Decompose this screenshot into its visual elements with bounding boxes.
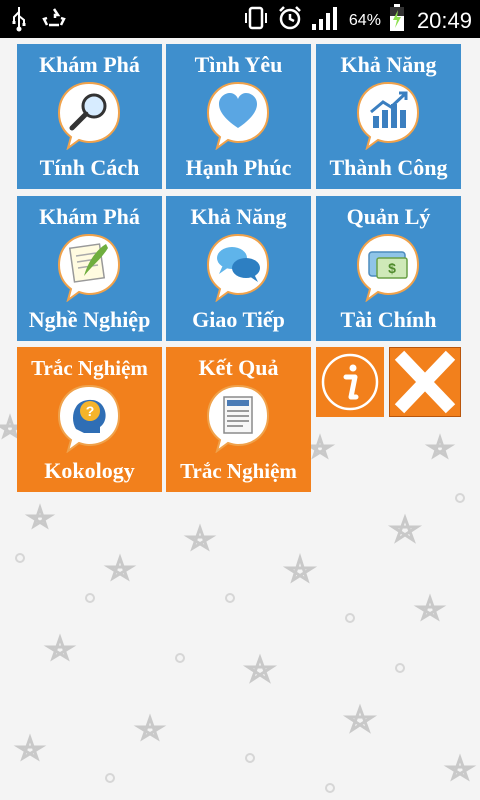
tile-kham-pha-tinh-cach[interactable]: Khám Phá Tính Cách [17,44,162,189]
close-icon [394,350,456,414]
tile-kha-nang-thanh-cong[interactable]: Khả Năng Thành Công [316,44,461,189]
tile-subtitle: Kokology [44,458,135,483]
quill-notepad-icon [57,233,121,302]
heart-icon [206,81,270,150]
tile-subtitle: Tài Chính [340,307,437,332]
recycle-icon [42,6,66,37]
usb-icon [10,6,28,37]
tile-title: Khám Phá [39,52,140,77]
svg-text:?: ? [86,403,95,419]
tile-subtitle: Nghề Nghiệp [28,307,151,332]
signal-icon [311,5,341,36]
info-icon [321,353,379,411]
tile-title: Quản Lý [346,204,431,229]
document-icon [206,384,270,453]
tile-kha-nang-giao-tiep[interactable]: Khả Năng Giao Tiếp [166,196,311,341]
tile-subtitle: Hạnh Phúc [185,155,292,180]
tile-title: Trắc Nghiệm [31,356,148,380]
status-bar: 64% 20:49 [0,0,480,38]
vibrate-icon [243,5,269,36]
clock: 20:49 [416,7,472,33]
tile-subtitle: Trắc Nghiệm [180,459,297,483]
tile-ket-qua-trac-nghiem[interactable]: Kết Quả Trắc Nghiệm [166,347,311,492]
close-button[interactable] [389,347,461,417]
tile-subtitle: Tính Cách [39,155,140,180]
tile-title: Khả Năng [340,52,437,77]
brain-question-icon: ? [57,384,121,453]
tile-trac-nghiem-kokology[interactable]: Trắc Nghiệm ? Kokology [17,347,162,492]
tile-quan-ly-tai-chinh[interactable]: Quản Lý $ Tài Chính [316,196,461,341]
svg-text:$: $ [388,260,396,276]
tile-title: Tình Yêu [194,52,283,77]
tile-kham-pha-nghe-nghiep[interactable]: Khám Phá Nghề Nghiệp [17,196,162,341]
battery-percent: 64% [348,11,381,29]
magnifier-icon [57,81,121,150]
wallet-money-icon: $ [356,233,420,302]
tile-title: Khả Năng [190,204,287,229]
info-button[interactable] [316,347,384,417]
alarm-icon [277,5,303,36]
growth-chart-icon [356,81,420,150]
tile-subtitle: Thành Công [329,155,448,180]
tile-title: Khám Phá [39,204,140,229]
tile-tinh-yeu-hanh-phuc[interactable]: Tình Yêu Hạnh Phúc [166,44,311,189]
tile-subtitle: Giao Tiếp [192,307,285,332]
tile-title: Kết Quả [198,355,279,380]
battery-charging-icon [389,4,405,37]
chat-bubbles-icon [206,233,270,302]
